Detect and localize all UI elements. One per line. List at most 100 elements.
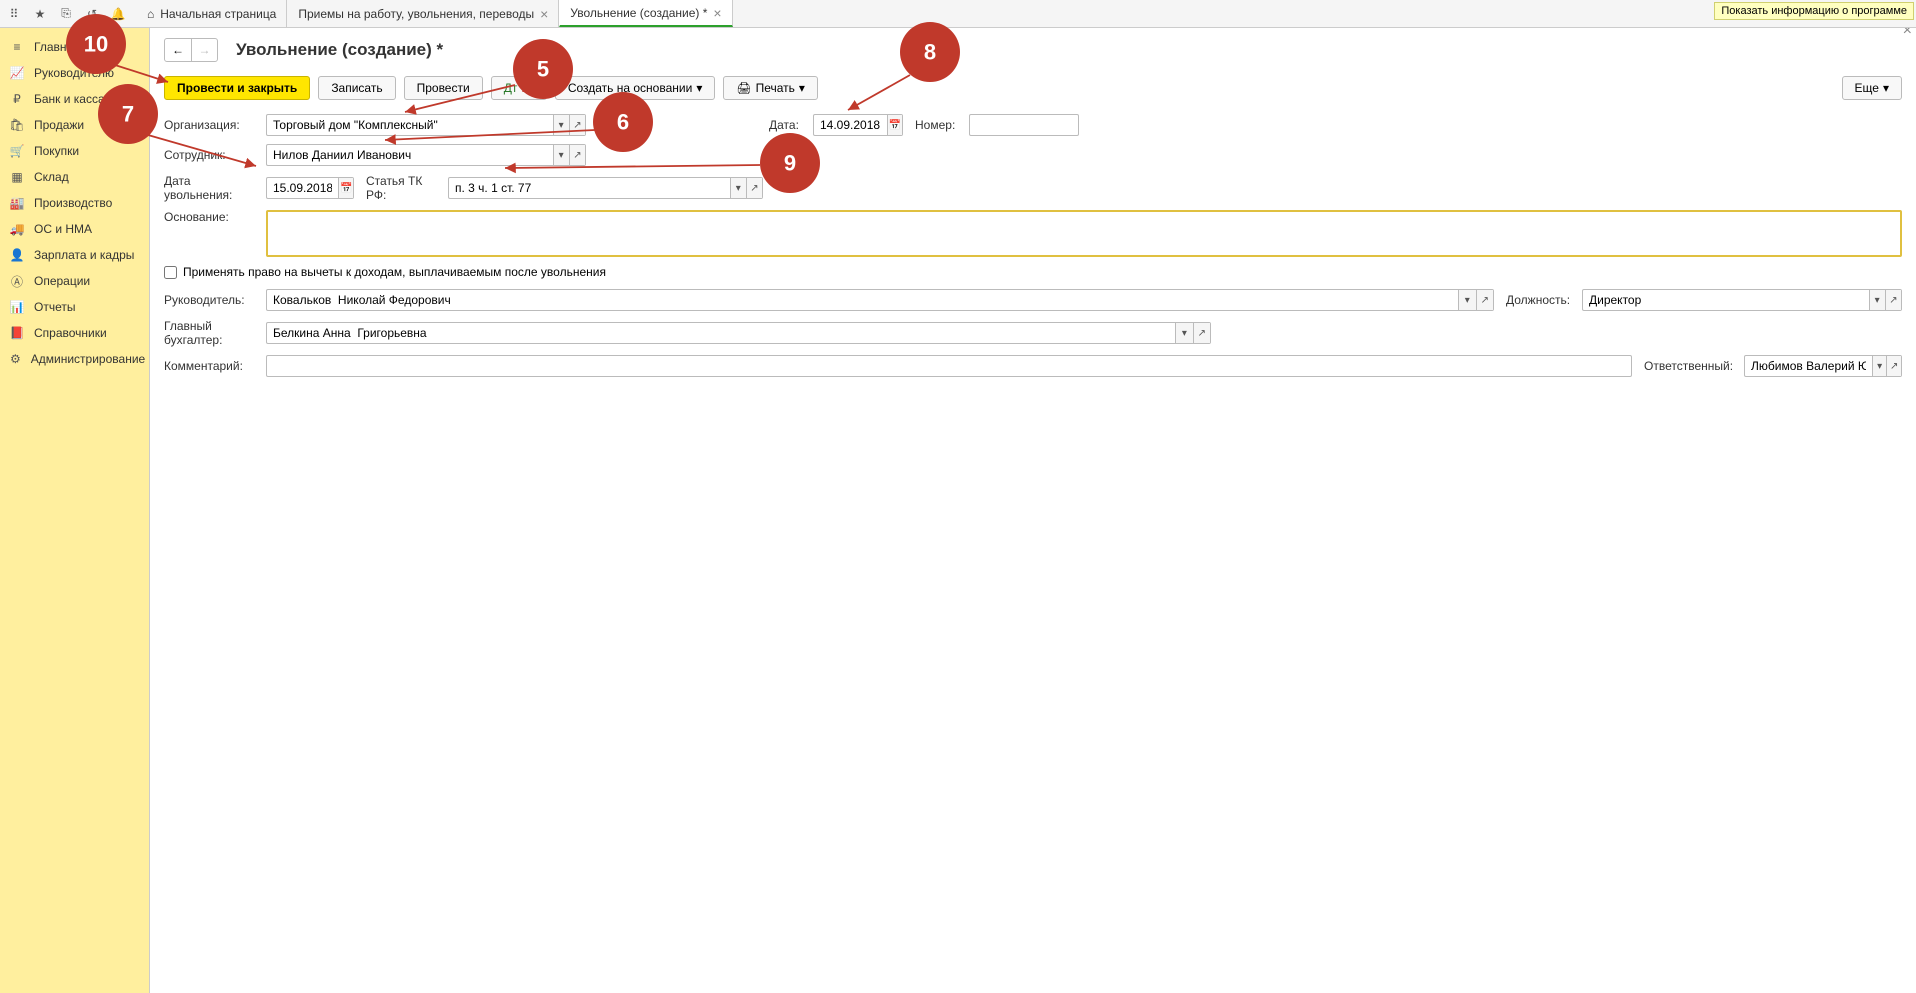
reason-field[interactable] bbox=[266, 210, 1902, 257]
open-icon[interactable]: ↗ bbox=[569, 115, 585, 135]
sidebar-label: Покупки bbox=[34, 144, 79, 158]
dropdown-icon[interactable]: ▾ bbox=[730, 178, 746, 198]
sidebar-label: Склад bbox=[34, 170, 69, 184]
tab-dismissal[interactable]: Увольнение (создание) * × bbox=[559, 0, 732, 27]
letter-icon: Ⓐ bbox=[10, 274, 24, 288]
calendar-icon[interactable]: 📅 bbox=[338, 178, 353, 198]
comment-input[interactable] bbox=[267, 356, 1631, 376]
manager-input[interactable] bbox=[267, 290, 1458, 310]
person-icon: 👤 bbox=[10, 248, 24, 262]
date-input[interactable] bbox=[814, 115, 887, 135]
printer-icon: 🖨 bbox=[736, 81, 751, 95]
responsible-input[interactable] bbox=[1745, 356, 1872, 376]
sidebar-label: Операции bbox=[34, 274, 90, 288]
nav-forward[interactable]: → bbox=[191, 39, 217, 61]
open-icon[interactable]: ↗ bbox=[1476, 290, 1494, 310]
sidebar-item-admin[interactable]: ⚙Администрирование bbox=[0, 346, 149, 372]
sidebar-item-directories[interactable]: 📕 Справочники bbox=[0, 320, 149, 346]
sidebar-item-sales[interactable]: 🛍Продажи bbox=[0, 112, 149, 138]
home-icon: ⌂ bbox=[147, 7, 154, 21]
print-button[interactable]: 🖨 Печать ▾ bbox=[723, 76, 818, 100]
article-label: Статья ТК РФ: bbox=[366, 174, 444, 202]
dt-kt-button[interactable]: ДтКт bbox=[491, 76, 547, 100]
dropdown-icon[interactable]: ▾ bbox=[1175, 323, 1192, 343]
sidebar-item-assets[interactable]: 🚚ОС и НМА bbox=[0, 216, 149, 242]
tab-home[interactable]: ⌂ Начальная страница bbox=[136, 0, 287, 27]
dropdown-icon[interactable]: ▾ bbox=[1869, 290, 1885, 310]
position-field[interactable]: ▾ ↗ bbox=[1582, 289, 1902, 311]
responsible-field[interactable]: ▾ ↗ bbox=[1744, 355, 1902, 377]
close-icon[interactable]: × bbox=[713, 5, 721, 21]
sidebar-item-operations[interactable]: Ⓐ Операции bbox=[0, 268, 149, 294]
reason-label: Основание: bbox=[164, 210, 262, 224]
reason-input[interactable] bbox=[274, 216, 1894, 248]
accountant-input[interactable] bbox=[267, 323, 1175, 343]
star-icon[interactable]: ★ bbox=[32, 6, 48, 22]
dropdown-icon[interactable]: ▾ bbox=[1872, 356, 1887, 376]
number-field[interactable] bbox=[969, 114, 1079, 136]
number-input[interactable] bbox=[970, 115, 1078, 135]
position-input[interactable] bbox=[1583, 290, 1869, 310]
ruble-icon: ₽ bbox=[10, 92, 24, 106]
info-button[interactable]: Показать информацию о программе bbox=[1714, 2, 1914, 20]
accountant-field[interactable]: ▾ ↗ bbox=[266, 322, 1211, 344]
position-label: Должность: bbox=[1506, 293, 1578, 307]
open-icon[interactable]: ↗ bbox=[1886, 356, 1901, 376]
comment-field[interactable] bbox=[266, 355, 1632, 377]
history-icon[interactable]: ↺ bbox=[84, 6, 100, 22]
dismiss-date-field[interactable]: 📅 bbox=[266, 177, 354, 199]
clip-icon[interactable]: ⎘ bbox=[58, 6, 74, 22]
chart-icon: 📈 bbox=[10, 66, 24, 80]
employee-input[interactable] bbox=[267, 145, 553, 165]
book-icon: 📕 bbox=[10, 326, 24, 340]
create-based-button[interactable]: Создать на основании ▾ bbox=[555, 76, 716, 100]
sidebar-item-production[interactable]: 🏭Производство bbox=[0, 190, 149, 216]
tab-hires[interactable]: Приемы на работу, увольнения, переводы × bbox=[287, 0, 559, 27]
dropdown-icon[interactable]: ▾ bbox=[553, 115, 569, 135]
bag-icon: 🛍 bbox=[10, 118, 24, 132]
cart-icon: 🛒 bbox=[10, 144, 24, 158]
open-icon[interactable]: ↗ bbox=[1193, 323, 1210, 343]
comment-label: Комментарий: bbox=[164, 359, 262, 373]
open-icon[interactable]: ↗ bbox=[746, 178, 762, 198]
article-input[interactable] bbox=[449, 178, 730, 198]
bell-icon[interactable]: 🔔 bbox=[110, 6, 126, 22]
date-field[interactable]: 📅 bbox=[813, 114, 903, 136]
organization-field[interactable]: ▾ ↗ bbox=[266, 114, 586, 136]
calendar-icon[interactable]: 📅 bbox=[887, 115, 902, 135]
close-page-icon[interactable]: × bbox=[1903, 28, 1912, 40]
apps-icon[interactable]: ⠿ bbox=[6, 6, 22, 22]
accountant-label: Главный бухгалтер: bbox=[164, 319, 262, 347]
sidebar-item-main[interactable]: ≡Главное bbox=[0, 34, 149, 60]
post-close-button[interactable]: Провести и закрыть bbox=[164, 76, 310, 100]
open-icon[interactable]: ↗ bbox=[569, 145, 585, 165]
sidebar-item-purchases[interactable]: 🛒 Покупки bbox=[0, 138, 149, 164]
open-icon[interactable]: ↗ bbox=[1885, 290, 1901, 310]
post-button[interactable]: Провести bbox=[404, 76, 483, 100]
chevron-down-icon: ▾ bbox=[799, 81, 805, 95]
nav-arrows: ← → bbox=[164, 38, 218, 62]
dropdown-icon[interactable]: ▾ bbox=[1458, 290, 1476, 310]
sidebar-label: Отчеты bbox=[34, 300, 75, 314]
apply-deduction-checkbox[interactable] bbox=[164, 266, 177, 279]
employee-field[interactable]: ▾ ↗ bbox=[266, 144, 586, 166]
sidebar-item-reports[interactable]: 📊Отчеты bbox=[0, 294, 149, 320]
manager-field[interactable]: ▾ ↗ bbox=[266, 289, 1494, 311]
sidebar-item-manager[interactable]: 📈Руководителю bbox=[0, 60, 149, 86]
content: × ← → Увольнение (создание) * Провести и… bbox=[150, 28, 1916, 993]
article-field[interactable]: ▾ ↗ bbox=[448, 177, 763, 199]
dismiss-date-input[interactable] bbox=[267, 178, 338, 198]
sidebar-label: Банк и касса bbox=[34, 92, 105, 106]
save-button[interactable]: Записать bbox=[318, 76, 395, 100]
sidebar-item-hr[interactable]: 👤Зарплата и кадры bbox=[0, 242, 149, 268]
sidebar-label: Справочники bbox=[34, 326, 107, 340]
more-button[interactable]: Еще ▾ bbox=[1842, 76, 1902, 100]
top-bar: ⠿ ★ ⎘ ↺ 🔔 ⌂ Начальная страница Приемы на… bbox=[0, 0, 1916, 28]
close-icon[interactable]: × bbox=[540, 6, 548, 22]
sidebar-item-bank[interactable]: ₽ Банк и касса bbox=[0, 86, 149, 112]
sidebar-item-warehouse[interactable]: ▦Склад bbox=[0, 164, 149, 190]
organization-input[interactable] bbox=[267, 115, 553, 135]
dropdown-icon[interactable]: ▾ bbox=[553, 145, 569, 165]
btn-label: Еще bbox=[1855, 81, 1879, 95]
nav-back[interactable]: ← bbox=[165, 39, 191, 61]
